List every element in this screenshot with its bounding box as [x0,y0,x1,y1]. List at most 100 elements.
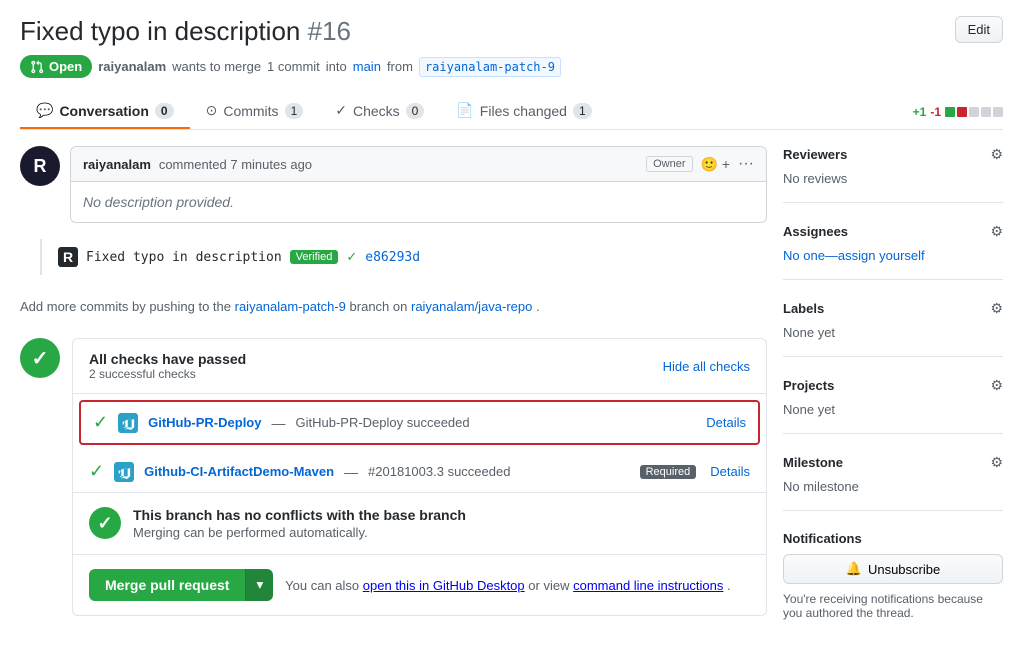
checks-top: All checks have passed 2 successful chec… [73,339,766,394]
pr-number: #16 [308,16,351,46]
merge-hint-end: . [727,578,731,593]
branch-link[interactable]: raiyanalam-patch-9 [235,299,346,314]
check-1-description: GitHub-PR-Deploy succeeded [295,415,469,430]
commit-hash-link[interactable]: e86293d [365,250,420,265]
diff-additions: +1 [913,105,927,119]
command-line-link[interactable]: command line instructions [573,578,723,593]
merge-hint-before: You can also [285,578,359,593]
tab-files[interactable]: 📄 Files changed 1 [440,94,607,129]
pr-from-label: from [387,59,413,74]
check-2-status-icon: ✓ [89,461,104,482]
main-layout: R raiyanalam commented 7 minutes ago Own… [20,146,1003,656]
assignees-label-text: Assignees [783,224,848,239]
commit-ref-icon: R [58,247,78,267]
tab-checks[interactable]: ✓ Checks 0 [319,94,440,129]
merge-hint-middle: or view [528,578,569,593]
check-1-details-link[interactable]: Details [706,415,746,430]
tab-commits-label: Commits [223,103,278,119]
emoji-button[interactable]: 🙂 + [701,156,731,173]
pr-into-label: into [326,59,347,74]
check-2-details-link[interactable]: Details [710,464,750,479]
more-options-button[interactable]: ··· [738,155,754,173]
labels-label-text: Labels [783,301,824,316]
pr-action: wants to merge [172,59,261,74]
sidebar-reviewers-section: Reviewers ⚙ No reviews [783,146,1003,203]
comment-body-text: No description provided. [83,194,234,210]
edit-button[interactable]: Edit [955,16,1003,43]
verified-check-icon: ✓ [346,249,357,265]
bell-icon: 🔔 [846,561,862,577]
projects-label-text: Projects [783,378,834,393]
azure-devops-icon [121,416,135,430]
merge-dropdown-button[interactable]: ▾ [245,569,273,601]
tab-commits[interactable]: ⊙ Commits 1 [190,94,320,129]
comment-meta: raiyanalam commented 7 minutes ago [83,156,312,172]
unsubscribe-button[interactable]: 🔔 Unsubscribe [783,554,1003,584]
diff-stats: +1 -1 [913,105,1003,119]
merge-pull-request-button[interactable]: Merge pull request [89,569,245,601]
diff-sq-3 [969,107,979,117]
left-icon-col: ✓ [20,338,60,378]
sidebar-milestone-value: No milestone [783,479,1003,494]
labels-settings-button[interactable]: ⚙ [990,300,1003,317]
comment-actions: Owner 🙂 + ··· [646,155,754,173]
owner-badge: Owner [646,156,692,172]
merge-hint: You can also open this in GitHub Desktop… [285,578,730,593]
sidebar-labels-value: None yet [783,325,1003,340]
check-2-description: #20181003.3 succeeded [368,464,510,479]
pr-title-text: Fixed typo in description [20,16,300,46]
comment-block: R raiyanalam commented 7 minutes ago Own… [20,146,767,223]
milestone-settings-button[interactable]: ⚙ [990,454,1003,471]
checks-wrapper: ✓ All checks have passed 2 successful ch… [20,338,767,616]
head-branch-name: raiyanalam-patch-9 [419,57,561,77]
tab-checks-count: 0 [406,103,425,119]
reviewers-settings-button[interactable]: ⚙ [990,146,1003,163]
commits-icon: ⊙ [206,102,218,119]
pr-header: Fixed typo in description #16 Edit [20,16,1003,47]
checks-info: All checks have passed 2 successful chec… [89,351,651,381]
tab-conversation-label: Conversation [59,103,148,119]
check-2-name[interactable]: Github-CI-ArtifactDemo-Maven [144,464,334,479]
open-badge: Open [20,55,92,78]
diff-sq-2 [957,107,967,117]
no-conflicts-text: This branch has no conflicts with the ba… [133,507,466,540]
projects-settings-button[interactable]: ⚙ [990,377,1003,394]
diff-deletions: -1 [930,105,941,119]
merge-area: Merge pull request ▾ You can also open t… [73,554,766,615]
pr-title: Fixed typo in description #16 [20,16,351,47]
check-item-1: ✓ GitHub-PR-Deploy — GitHub-PR-Deploy su… [79,400,760,445]
tabs-bar: 💬 Conversation 0 ⊙ Commits 1 ✓ Checks 0 … [20,94,1003,130]
sidebar-projects-value: None yet [783,402,1003,417]
base-branch-link[interactable]: main [353,59,381,74]
assign-yourself-link[interactable]: No one—assign yourself [783,248,925,263]
check-1-status-icon: ✓ [93,412,108,433]
assignees-settings-button[interactable]: ⚙ [990,223,1003,240]
hide-all-checks-button[interactable]: Hide all checks [663,359,750,374]
sidebar-projects-label: Projects ⚙ [783,377,1003,394]
open-github-desktop-link[interactable]: open this in GitHub Desktop [363,578,525,593]
info-message: Add more commits by pushing to the raiya… [20,291,767,322]
sidebar-notifications-label: Notifications [783,531,1003,546]
repo-link[interactable]: raiyanalam/java-repo [411,299,532,314]
sidebar-notifications-section: Notifications 🔔 Unsubscribe You're recei… [783,531,1003,636]
reviewers-label-text: Reviewers [783,147,847,162]
azure-devops-icon-2 [117,465,131,479]
check-1-name[interactable]: GitHub-PR-Deploy [148,415,261,430]
check-1-separator: — [271,415,285,431]
tab-conversation[interactable]: 💬 Conversation 0 [20,94,190,129]
comment-time: commented 7 minutes ago [159,157,312,172]
pr-status-bar: Open raiyanalam wants to merge 1 commit … [20,55,1003,78]
sidebar-milestone-section: Milestone ⚙ No milestone [783,454,1003,511]
info-text-before: Add more commits by pushing to the [20,299,231,314]
conversation-icon: 💬 [36,102,53,119]
check-2-separator: — [344,464,358,480]
required-badge: Required [640,465,697,479]
tab-conversation-count: 0 [155,103,174,119]
verified-badge: Verified [290,250,339,264]
unsubscribe-label: Unsubscribe [868,562,940,577]
diff-sq-1 [945,107,955,117]
commit-reference: R Fixed typo in description Verified ✓ e… [40,239,767,275]
sidebar-assignees-value: No one—assign yourself [783,248,1003,263]
no-conflicts-section: ✓ This branch has no conflicts with the … [73,492,766,554]
check-2-service-icon [114,462,134,482]
